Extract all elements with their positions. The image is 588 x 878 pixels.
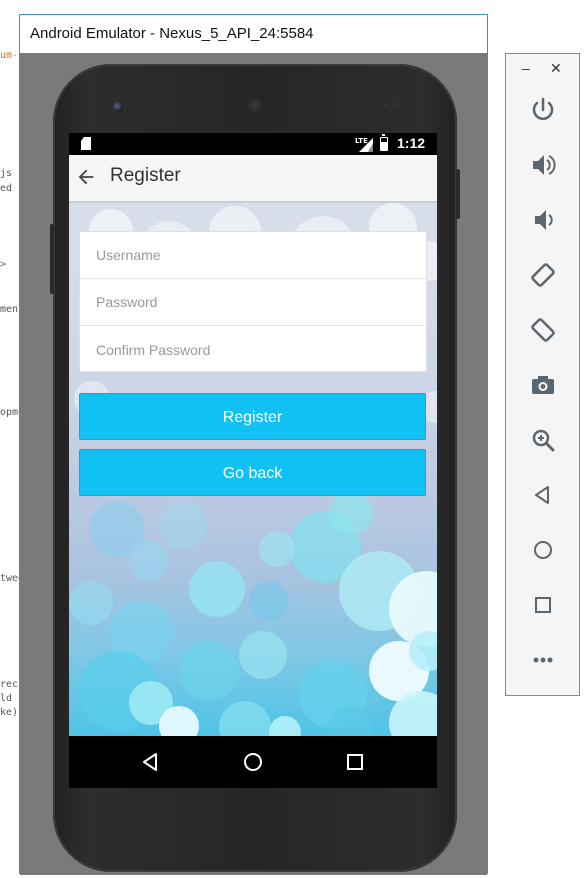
status-time: 1:12 (397, 135, 426, 151)
emulator-title: Android Emulator - Nexus_5_API_24:5584 (30, 25, 314, 42)
ide-text: um- (0, 50, 19, 61)
back-triangle-icon[interactable] (138, 749, 164, 775)
bokeh-circle (159, 501, 207, 549)
username-input[interactable] (80, 232, 426, 278)
home-icon[interactable] (528, 535, 558, 565)
volume-up-icon[interactable] (528, 150, 558, 180)
device-screen: LTE 1:12 Register Username Register Go b… (69, 133, 437, 788)
battery-icon (380, 134, 388, 151)
password-row (80, 279, 426, 326)
bokeh-circle (189, 561, 245, 617)
go-back-button[interactable]: Go back (79, 449, 426, 496)
emulator-titlebar[interactable]: Android Emulator - Nexus_5_API_24:5584 (20, 15, 487, 53)
password-input[interactable] (80, 279, 426, 325)
bokeh-circle (129, 541, 169, 581)
phone-power-key (456, 169, 460, 219)
power-icon[interactable] (528, 95, 558, 125)
ide-text: js (0, 168, 13, 179)
confirm-password-input[interactable] (80, 326, 426, 373)
bokeh-circle (239, 631, 287, 679)
ide-text: ed (0, 183, 13, 194)
light-sensor (395, 102, 400, 107)
ide-text: ld (0, 693, 13, 704)
signal-icon (359, 138, 373, 152)
minimize-button[interactable]: – (522, 60, 530, 76)
phone-frame: LTE 1:12 Register Username Register Go b… (50, 64, 460, 872)
arrow-back-icon[interactable] (75, 166, 97, 188)
volume-down-icon[interactable] (528, 205, 558, 235)
sd-card-icon (81, 137, 91, 150)
status-bar: LTE 1:12 (69, 133, 437, 155)
registration-form (79, 231, 427, 373)
bokeh-circle (249, 581, 289, 621)
bokeh-circle (259, 531, 295, 567)
overview-icon[interactable] (528, 590, 558, 620)
more-icon[interactable] (528, 645, 558, 675)
back-icon[interactable] (528, 480, 558, 510)
zoom-icon[interactable] (528, 425, 558, 455)
rotate-right-icon[interactable] (528, 315, 558, 345)
camera-icon[interactable] (528, 370, 558, 400)
bokeh-circle (269, 716, 301, 736)
ide-background: um- js ed > ment opme twee rec ld ke) (0, 0, 24, 878)
register-button[interactable]: Register (79, 393, 426, 440)
close-button[interactable]: ✕ (550, 60, 562, 77)
emulator-viewport: LTE 1:12 Register Username Register Go b… (20, 53, 487, 875)
proximity-sensor (383, 102, 388, 107)
phone-volume-rocker (50, 224, 54, 294)
bokeh-circle (219, 701, 271, 736)
page-title: Register (110, 165, 181, 186)
content-area: Register Go back (69, 201, 437, 736)
bokeh-circle (329, 491, 373, 535)
bokeh-circle (179, 641, 239, 701)
ide-text: > (0, 259, 7, 270)
recents-square-icon[interactable] (342, 749, 368, 775)
ide-text: ke) (0, 707, 19, 718)
bokeh-circle (69, 581, 113, 625)
username-row (80, 232, 426, 279)
emulator-controls-panel: – ✕ (505, 53, 580, 696)
home-circle-icon[interactable] (240, 749, 266, 775)
app-bar: Register (69, 155, 437, 201)
navigation-bar (69, 736, 437, 788)
ide-text: rec (0, 679, 19, 690)
bokeh-circle (159, 706, 199, 736)
confirm-password-row (80, 326, 426, 373)
rotate-left-icon[interactable] (528, 260, 558, 290)
emulator-window: Android Emulator - Nexus_5_API_24:5584 L… (19, 14, 488, 875)
bokeh-circle (329, 706, 373, 736)
earpiece-speaker-icon (246, 96, 264, 114)
front-camera-icon (113, 102, 123, 112)
